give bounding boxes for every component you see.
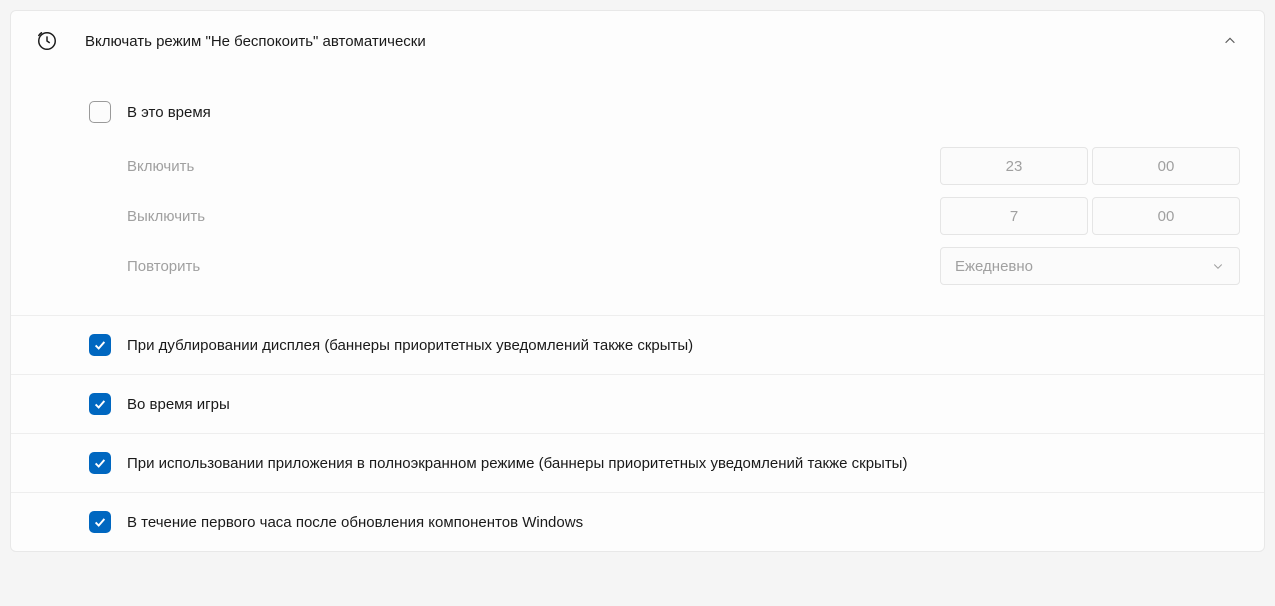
clock-history-icon bbox=[35, 29, 59, 53]
disable-hour-input[interactable]: 7 bbox=[940, 197, 1088, 235]
repeat-select[interactable]: Ежедневно bbox=[940, 247, 1240, 285]
option-fullscreen: При использовании приложения в полноэкра… bbox=[11, 433, 1264, 492]
enable-minute-input[interactable]: 00 bbox=[1092, 147, 1240, 185]
option-label: В течение первого часа после обновления … bbox=[127, 514, 583, 531]
checkbox-duplicate-display[interactable] bbox=[89, 334, 111, 356]
repeat-label: Повторить bbox=[127, 258, 940, 275]
panel-header[interactable]: Включать режим "Не беспокоить" автоматич… bbox=[11, 11, 1264, 71]
option-after-update: В течение первого часа после обновления … bbox=[11, 492, 1264, 551]
enable-hour-input[interactable]: 23 bbox=[940, 147, 1088, 185]
option-duplicate-display: При дублировании дисплея (баннеры приори… bbox=[11, 315, 1264, 374]
dnd-auto-panel: Включать режим "Не беспокоить" автоматич… bbox=[10, 10, 1265, 552]
enable-label: Включить bbox=[127, 158, 940, 175]
repeat-row: Повторить Ежедневно bbox=[89, 241, 1240, 291]
option-gaming: Во время игры bbox=[11, 374, 1264, 433]
option-label: В это время bbox=[127, 104, 211, 121]
disable-time-row: Выключить 7 00 bbox=[89, 191, 1240, 241]
option-label: При дублировании дисплея (баннеры приори… bbox=[127, 337, 693, 354]
checkbox-during-time[interactable] bbox=[89, 101, 111, 123]
checkbox-gaming[interactable] bbox=[89, 393, 111, 415]
checkbox-fullscreen[interactable] bbox=[89, 452, 111, 474]
option-label: При использовании приложения в полноэкра… bbox=[127, 455, 907, 472]
disable-label: Выключить bbox=[127, 208, 940, 225]
repeat-value: Ежедневно bbox=[955, 258, 1211, 275]
option-during-time: В это время bbox=[11, 71, 1264, 141]
chevron-down-icon bbox=[1211, 259, 1225, 273]
option-label: Во время игры bbox=[127, 396, 230, 413]
time-settings-block: Включить 23 00 Выключить 7 00 Повторить … bbox=[11, 141, 1264, 315]
panel-title: Включать режим "Не беспокоить" автоматич… bbox=[85, 33, 1220, 50]
disable-minute-input[interactable]: 00 bbox=[1092, 197, 1240, 235]
enable-time-row: Включить 23 00 bbox=[89, 141, 1240, 191]
chevron-up-icon bbox=[1220, 31, 1240, 51]
checkbox-after-update[interactable] bbox=[89, 511, 111, 533]
